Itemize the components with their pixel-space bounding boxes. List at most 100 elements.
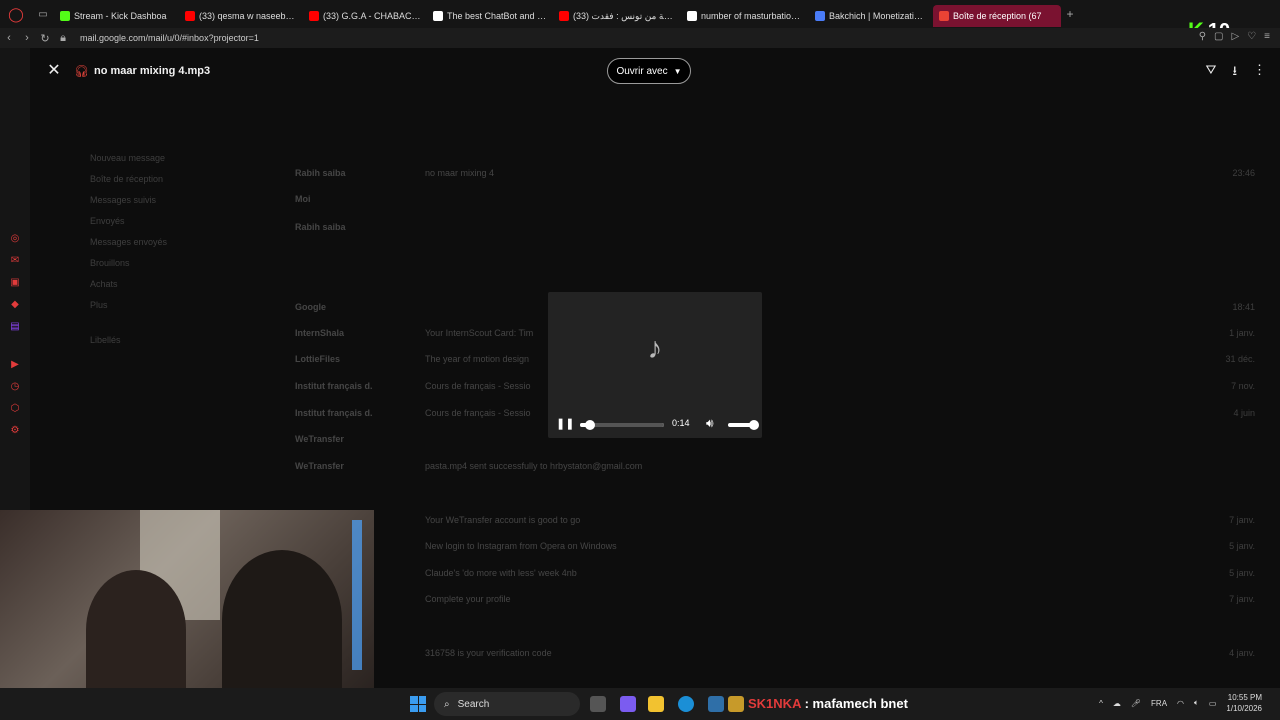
pause-button[interactable]: ❚❚ bbox=[556, 417, 574, 430]
tab-favicon-icon bbox=[60, 11, 70, 21]
opera-logo-icon[interactable]: ◯ bbox=[0, 0, 32, 28]
tab-label: Stream - Kick Dashboa bbox=[74, 11, 167, 21]
browser-tab[interactable]: (33) G.G.A - CHABACHA bbox=[303, 5, 427, 27]
lock-icon: 🔒︎ bbox=[60, 31, 66, 44]
system-tray: ^ ☁ 🎤︎ FRA ◠ 🔈︎ ▭ 10:55 PM 1/10/2026 bbox=[1099, 692, 1262, 714]
player-controls: ❚❚ 0:14 🔊︎ bbox=[548, 412, 762, 436]
seek-slider[interactable] bbox=[580, 420, 664, 430]
chat-message: : mafamech bnet bbox=[804, 696, 908, 711]
copilot-icon[interactable] bbox=[620, 696, 636, 712]
tab-favicon-icon bbox=[185, 11, 195, 21]
tab-favicon-icon bbox=[309, 11, 319, 21]
browser-tab[interactable]: Bakchich | Monetization fo bbox=[809, 5, 933, 27]
webcam-overlay bbox=[0, 510, 374, 688]
clock-date: 1/10/2026 bbox=[1226, 704, 1262, 713]
edge-icon[interactable] bbox=[678, 696, 694, 712]
browser-tab[interactable]: (33) qesma w naseeb higt bbox=[179, 5, 303, 27]
file-explorer-icon[interactable] bbox=[648, 696, 664, 712]
sidebar-twitch-icon[interactable]: ▤ bbox=[8, 320, 22, 334]
back-icon[interactable]: ‹ bbox=[0, 32, 18, 44]
battery-icon[interactable]: ▭ bbox=[1209, 699, 1217, 708]
browser-tab[interactable]: (33) روضة من تونس : فقدت bbox=[553, 5, 681, 27]
preview-actions: ⛛ ⭳ ⋮ bbox=[1206, 62, 1266, 84]
taskbar-search-label: Search bbox=[457, 698, 490, 710]
sidebar-player-icon[interactable]: ▶ bbox=[8, 358, 22, 372]
tab-favicon-icon bbox=[687, 11, 697, 21]
microphone-icon[interactable]: 🎤︎ bbox=[1131, 699, 1141, 708]
tab-label: Boîte de réception (67 bbox=[953, 11, 1042, 21]
forward-icon[interactable]: › bbox=[18, 32, 36, 44]
task-view-icon[interactable] bbox=[590, 696, 606, 712]
add-to-drive-icon[interactable]: ⛛ bbox=[1206, 62, 1217, 84]
audio-player: ♪ ❚❚ 0:14 🔊︎ bbox=[548, 292, 762, 438]
browser-tab[interactable]: The best ChatBot and Wid bbox=[427, 5, 553, 27]
stream-chat-overlay: SK1NKA : mafamech bnet bbox=[748, 696, 908, 711]
tab-label: Bakchich | Monetization fo bbox=[829, 11, 927, 21]
tab-list: Stream - Kick Dashboa (33) qesma w naseeb… bbox=[54, 1, 1061, 27]
tab-favicon-icon bbox=[939, 11, 949, 21]
wifi-icon[interactable]: ◠ bbox=[1177, 699, 1184, 708]
webcam-person-left bbox=[86, 570, 186, 688]
browser-tab-strip: ◯ ▭ Stream - Kick Dashboa (33) qesma w na… bbox=[0, 0, 1280, 28]
open-with-label: Ouvrir avec bbox=[616, 65, 668, 77]
tab-label: number of masturbation a bbox=[701, 11, 803, 21]
seek-handle[interactable] bbox=[585, 420, 596, 430]
volume-icon[interactable]: 🔊︎ bbox=[706, 416, 714, 431]
download-icon[interactable]: ⭳ bbox=[1232, 62, 1237, 84]
sidebar-aria-icon[interactable]: ◎ bbox=[8, 232, 22, 246]
clock-time: 10:55 PM bbox=[1227, 693, 1262, 702]
windows-taskbar: ⌕ Search ^ ☁ 🎤︎ FRA ◠ 🔈︎ ▭ 10:55 PM 1/10… bbox=[0, 688, 1280, 720]
tab-label: (33) qesma w naseeb higt bbox=[199, 11, 297, 21]
chat-username: SK1NKA bbox=[748, 696, 801, 711]
store-icon[interactable] bbox=[708, 696, 724, 712]
app-icon[interactable] bbox=[728, 696, 744, 712]
tab-label: (33) G.G.A - CHABACHA bbox=[323, 11, 421, 21]
search-icon: ⌕ bbox=[444, 698, 450, 710]
close-icon[interactable]: ✕ bbox=[46, 63, 62, 79]
language-indicator[interactable]: FRA bbox=[1151, 699, 1167, 708]
tab-favicon-icon bbox=[433, 11, 443, 21]
browser-tab[interactable]: number of masturbation a bbox=[681, 5, 809, 27]
volume-handle[interactable] bbox=[749, 420, 759, 430]
sidebar-app-icon[interactable]: ◆ bbox=[8, 298, 22, 312]
browser-tab[interactable]: Boîte de réception (67 bbox=[933, 5, 1061, 27]
new-tab-button[interactable]: + bbox=[1061, 7, 1079, 21]
current-time: 0:14 bbox=[672, 418, 690, 428]
play-icon[interactable]: ▷ bbox=[1231, 31, 1239, 42]
address-bar-actions: ⚲ ▢ ▷ ♡ ≡ bbox=[1199, 31, 1270, 42]
browser-tab[interactable]: Stream - Kick Dashboa bbox=[54, 5, 179, 27]
windows-start-button[interactable] bbox=[410, 696, 426, 712]
pin-icon[interactable]: ⚲ bbox=[1199, 31, 1206, 42]
sidebar-history-icon[interactable]: ◷ bbox=[8, 380, 22, 394]
heart-icon[interactable]: ♡ bbox=[1247, 31, 1256, 42]
tab-overview-icon[interactable]: ▭ bbox=[32, 9, 54, 20]
webcam-person-right bbox=[222, 550, 342, 688]
screen: ◯ ▭ Stream - Kick Dashboa (33) qesma w na… bbox=[0, 0, 1280, 720]
sidebar-workspace-icon[interactable]: ▣ bbox=[8, 276, 22, 290]
reload-icon[interactable]: ↻ bbox=[36, 32, 54, 45]
tab-label: The best ChatBot and Wid bbox=[447, 11, 547, 21]
taskbar-search[interactable]: ⌕ Search bbox=[434, 692, 580, 716]
file-title: no maar mixing 4.mp3 bbox=[94, 65, 211, 77]
tray-chevron-icon[interactable]: ^ bbox=[1099, 699, 1103, 708]
tab-favicon-icon bbox=[815, 11, 825, 21]
url-field[interactable]: mail.google.com/mail/u/0/#inbox?projecto… bbox=[80, 33, 259, 43]
address-bar: ‹ › ↻ 🔒︎ mail.google.com/mail/u/0/#inbox… bbox=[0, 28, 1280, 48]
snapshot-icon[interactable]: ▢ bbox=[1214, 31, 1223, 42]
music-note-icon: ♪ bbox=[647, 332, 663, 365]
chevron-down-icon: ▼ bbox=[673, 66, 682, 76]
headphones-icon: 🎧︎ bbox=[74, 64, 90, 78]
volume-slider[interactable] bbox=[728, 420, 759, 430]
sidebar-messenger-icon[interactable]: ✉ bbox=[8, 254, 22, 268]
preview-header: ✕ 🎧︎ no maar mixing 4.mp3 Ouvrir avec ▼ … bbox=[30, 56, 1280, 86]
sidebar-settings-icon[interactable]: ⚙ bbox=[8, 424, 22, 438]
sidebar-extensions-icon[interactable]: ⬡ bbox=[8, 402, 22, 416]
speaker-icon[interactable]: 🔈︎ bbox=[1194, 698, 1199, 708]
more-options-icon[interactable]: ⋮ bbox=[1253, 62, 1266, 84]
tab-favicon-icon bbox=[559, 11, 569, 21]
open-with-button[interactable]: Ouvrir avec ▼ bbox=[607, 58, 691, 84]
menu-icon[interactable]: ≡ bbox=[1264, 31, 1270, 42]
clock[interactable]: 10:55 PM 1/10/2026 bbox=[1226, 692, 1262, 714]
onedrive-icon[interactable]: ☁ bbox=[1113, 699, 1121, 708]
tab-label: (33) روضة من تونس : فقدت bbox=[573, 10, 675, 21]
